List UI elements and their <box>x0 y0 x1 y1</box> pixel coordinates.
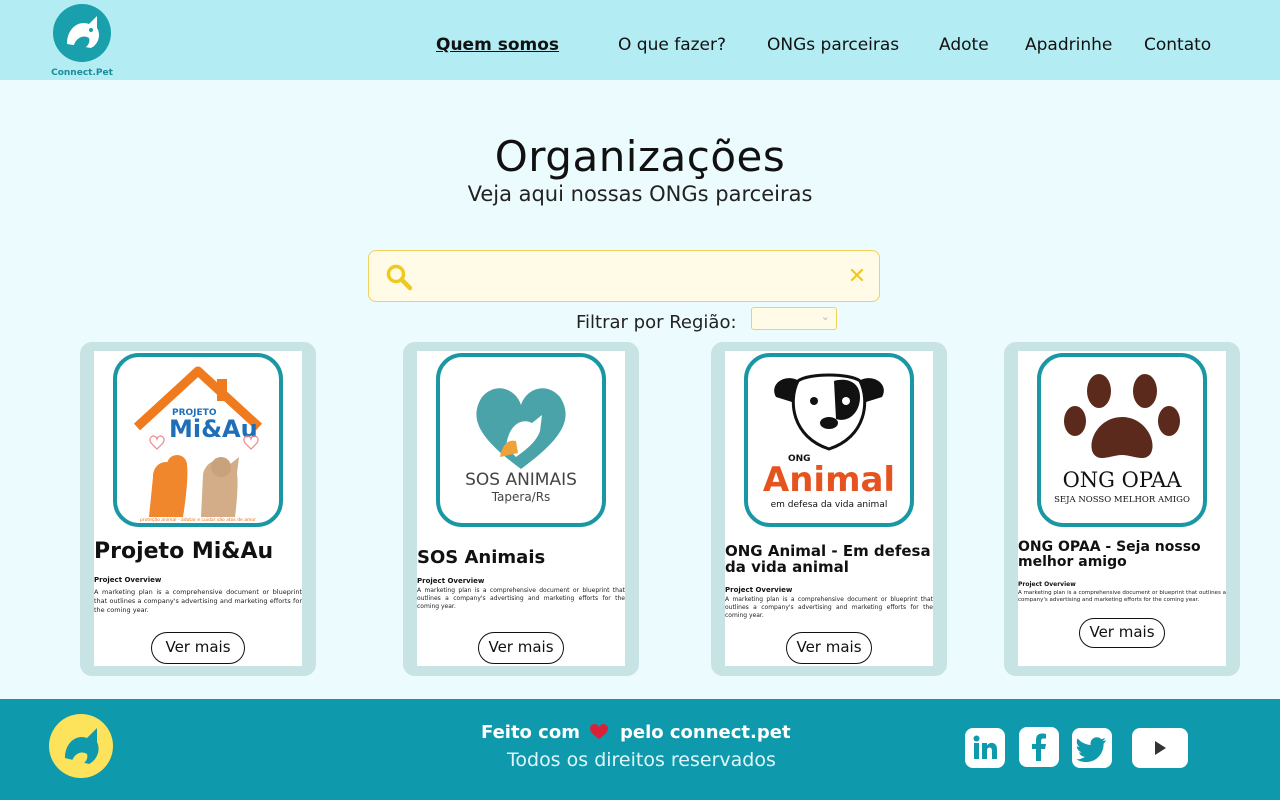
project-description: A marketing plan is a comprehensive docu… <box>725 596 933 620</box>
ver-mais-button[interactable]: Ver mais <box>786 632 872 664</box>
card-body: PROJETO Mi&Au proteção animal - adotar e… <box>94 351 302 666</box>
footer-logo-icon[interactable] <box>49 714 113 778</box>
region-filter-label: Filtrar por Região: <box>576 312 737 333</box>
card-body: SOS ANIMAIS Tapera/Rs SOS Animais Projec… <box>417 351 625 666</box>
card-body: ONG OPAA SEJA NOSSO MELHOR AMIGO ONG OPA… <box>1018 351 1226 666</box>
search-icon[interactable] <box>385 263 413 295</box>
project-overview-title: Project Overview <box>1018 581 1076 588</box>
logo-tagline: em defesa da vida animal <box>771 500 888 510</box>
ong-card: ONG Animal em defesa da vida animal ONG … <box>711 342 947 676</box>
clear-search-icon[interactable]: ✕ <box>845 263 869 291</box>
logo-line2: Animal <box>763 460 895 500</box>
ong-name: ONG Animal - Em defesa da vida animal <box>725 542 931 576</box>
logo-line2: Tapera/Rs <box>491 490 551 504</box>
project-overview-title: Project Overview <box>94 576 162 584</box>
chevron-down-icon: ⌄ <box>820 310 830 323</box>
logo-line1: ONG OPAA <box>1063 468 1183 492</box>
ong-logo: ONG Animal em defesa da vida animal <box>744 353 914 527</box>
top-navigation-bar: Connect.Pet Quem somos O que fazer? ONGs… <box>0 0 1280 80</box>
brand-logo[interactable]: Connect.Pet <box>50 4 114 78</box>
ong-name: Projeto Mi&Au <box>94 539 274 564</box>
nav-adote[interactable]: Adote <box>939 35 989 55</box>
nav-quem-somos[interactable]: Quem somos <box>436 35 559 55</box>
page-title: Organizações <box>494 132 786 181</box>
ver-mais-button[interactable]: Ver mais <box>478 632 564 664</box>
pet-logo-icon <box>53 4 111 62</box>
footer-rights: Todos os direitos reservados <box>507 749 776 771</box>
ong-card: PROJETO Mi&Au proteção animal - adotar e… <box>80 342 316 676</box>
project-description: A marketing plan is a comprehensive docu… <box>1018 590 1226 604</box>
ong-logo: ONG OPAA SEJA NOSSO MELHOR AMIGO <box>1037 353 1207 527</box>
region-filter-select[interactable]: ⌄ <box>751 307 837 330</box>
search-input[interactable] <box>425 261 825 293</box>
ver-mais-button[interactable]: Ver mais <box>151 632 245 664</box>
ong-name: SOS Animais <box>417 547 546 568</box>
ong-card: ONG OPAA SEJA NOSSO MELHOR AMIGO ONG OPA… <box>1004 342 1240 676</box>
youtube-icon[interactable] <box>1132 728 1188 768</box>
footer-made-prefix: Feito com <box>481 722 580 743</box>
search-bar: ✕ <box>368 250 880 302</box>
ong-logo: SOS ANIMAIS Tapera/Rs <box>436 353 606 527</box>
project-overview-title: Project Overview <box>725 586 793 594</box>
twitter-icon[interactable] <box>1072 728 1112 768</box>
project-overview-title: Project Overview <box>417 577 485 585</box>
footer-made-suffix: pelo connect.pet <box>619 722 791 743</box>
linkedin-icon[interactable] <box>965 728 1005 768</box>
logo-line1: SOS ANIMAIS <box>465 470 577 490</box>
nav-ongs-parceiras[interactable]: ONGs parceiras <box>767 35 899 55</box>
nav-contato[interactable]: Contato <box>1144 35 1211 55</box>
nav-o-que-fazer[interactable]: O que fazer? <box>618 35 726 55</box>
nav-apadrinhe[interactable]: Apadrinhe <box>1025 35 1112 55</box>
ong-logo: PROJETO Mi&Au proteção animal - adotar e… <box>113 353 283 527</box>
ong-card: SOS ANIMAIS Tapera/Rs SOS Animais Projec… <box>403 342 639 676</box>
page-subtitle: Veja aqui nossas ONGs parceiras <box>467 182 813 206</box>
footer-made-with: Feito com pelo connect.pet <box>481 722 791 745</box>
logo-tagline: proteção animal - adotar e cuidar são at… <box>140 517 256 523</box>
ong-name: ONG OPAA - Seja nosso melhor amigo <box>1018 539 1201 570</box>
project-description: A marketing plan is a comprehensive docu… <box>417 587 625 611</box>
project-description: A marketing plan is a comprehensive docu… <box>94 588 302 614</box>
site-footer: Feito com pelo connect.pet Todos os direi… <box>0 699 1280 800</box>
ver-mais-button[interactable]: Ver mais <box>1079 618 1165 648</box>
card-body: ONG Animal em defesa da vida animal ONG … <box>725 351 933 666</box>
facebook-icon[interactable] <box>1019 727 1059 767</box>
heart-icon <box>589 724 608 745</box>
logo-tagline: SEJA NOSSO MELHOR AMIGO <box>1054 495 1190 505</box>
brand-name: Connect.Pet <box>51 68 113 78</box>
